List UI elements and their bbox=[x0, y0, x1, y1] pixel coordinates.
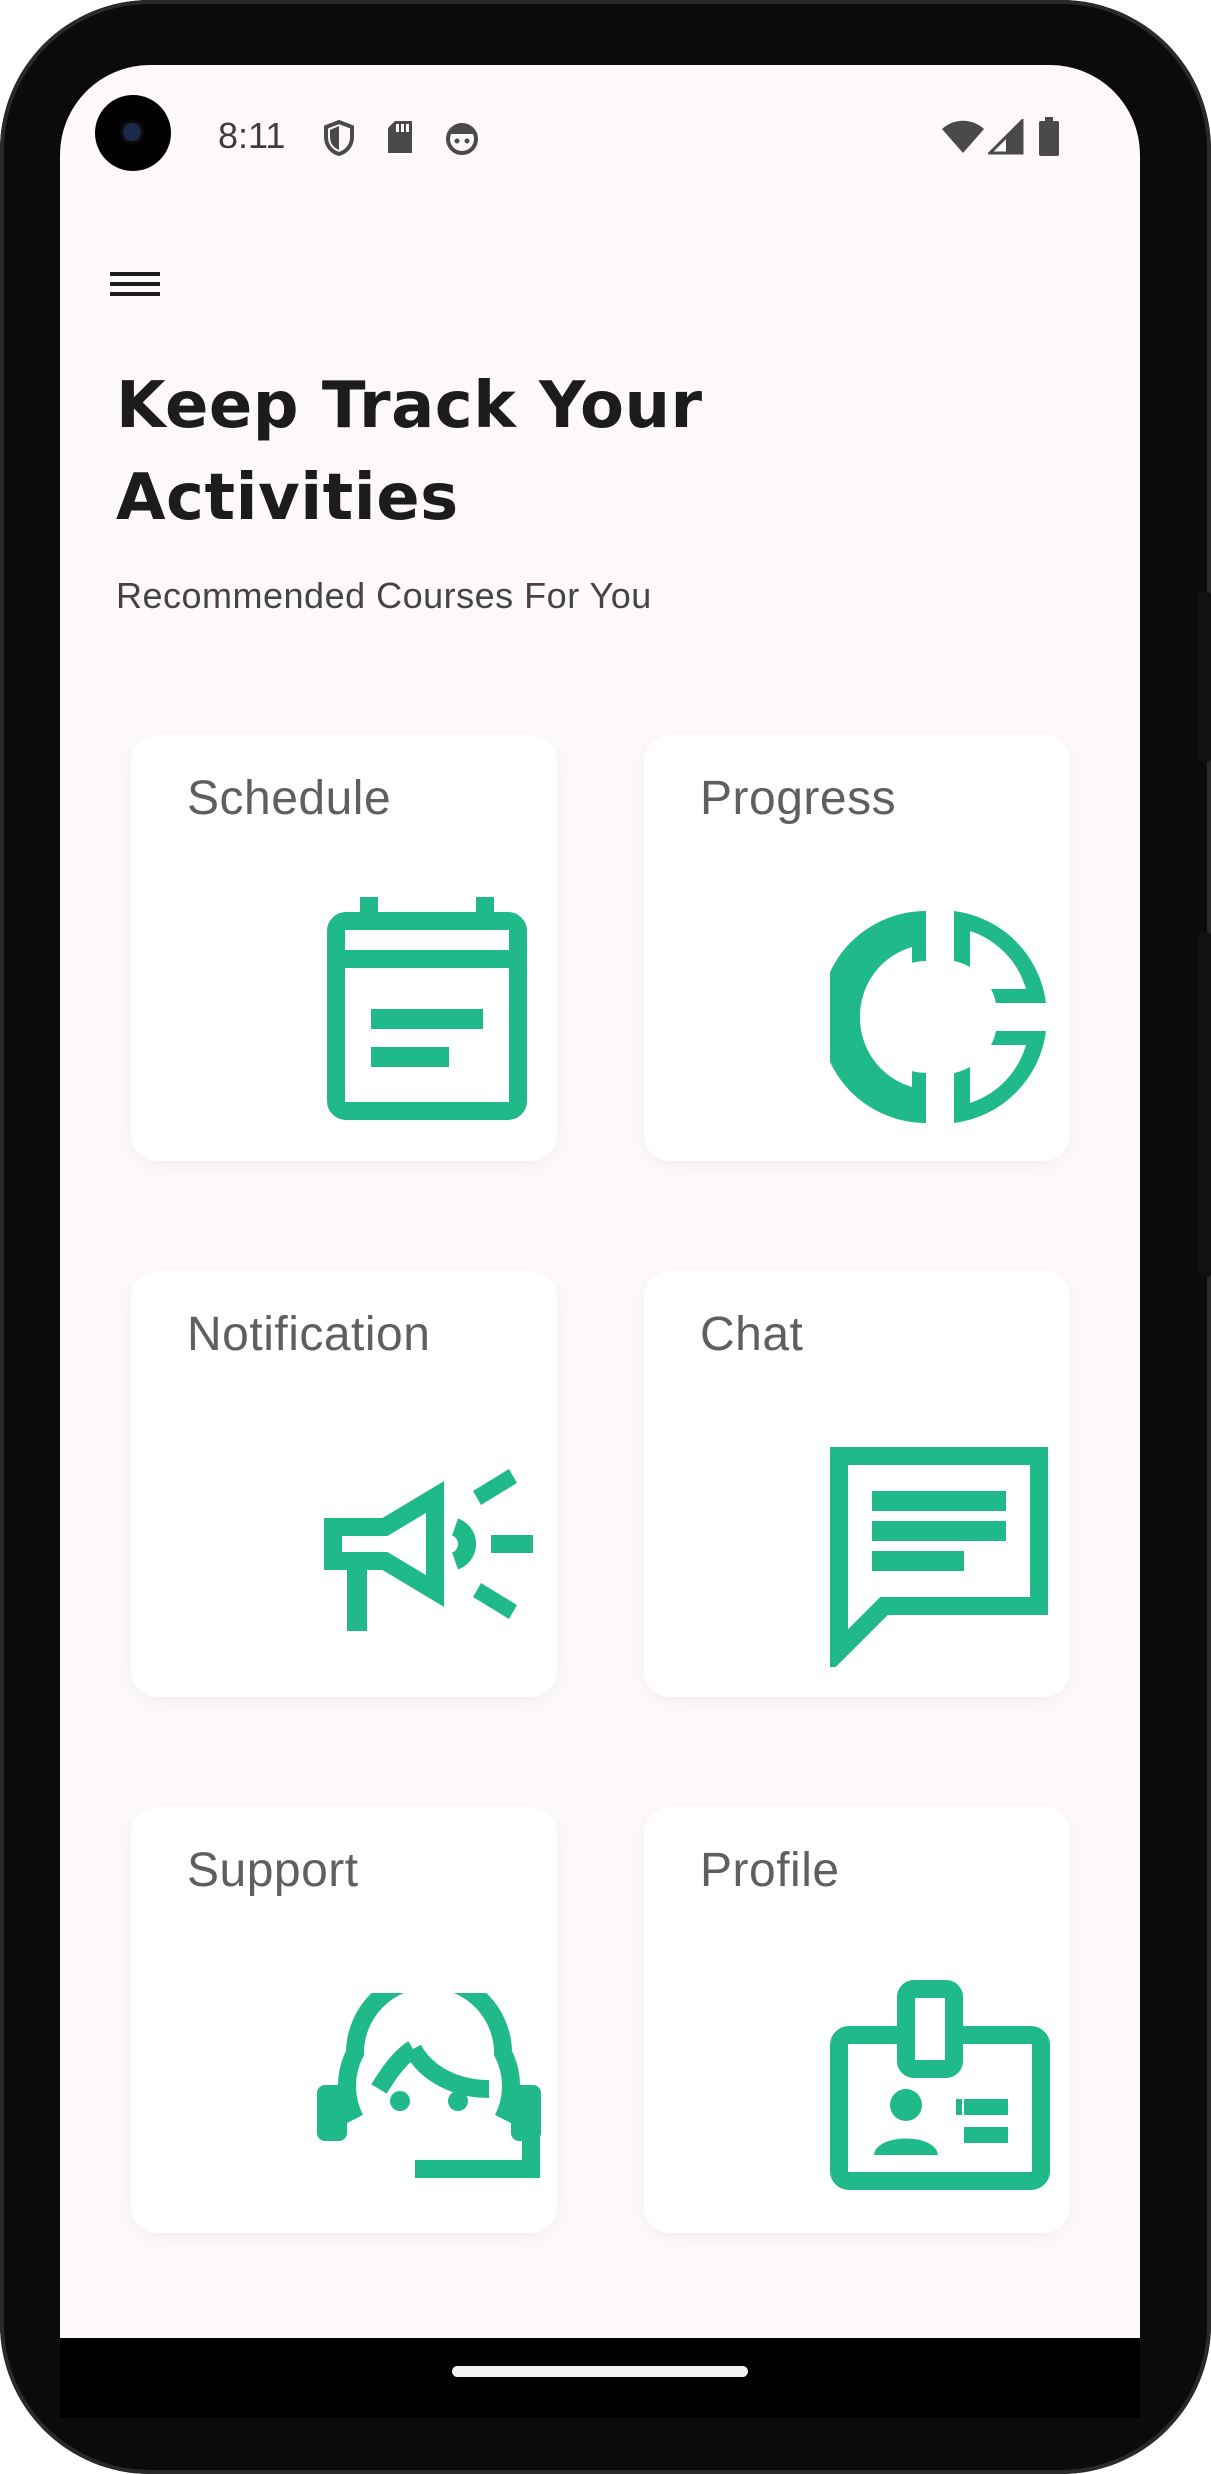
status-time: 8:11 bbox=[218, 115, 286, 156]
shield-icon bbox=[324, 119, 354, 157]
card-label: Schedule bbox=[187, 772, 392, 825]
hamburger-menu-icon[interactable] bbox=[104, 255, 160, 311]
page-title-line2: Activities bbox=[116, 461, 459, 535]
front-camera bbox=[95, 95, 171, 171]
signal-icon bbox=[988, 119, 1024, 155]
schedule-card[interactable]: Schedule bbox=[131, 735, 557, 1161]
page-subtitle: Recommended Courses For You bbox=[116, 575, 652, 616]
chat-message-icon bbox=[830, 1447, 1048, 1667]
pie-chart-icon bbox=[830, 911, 1046, 1123]
card-label: Support bbox=[187, 1844, 359, 1897]
chat-card[interactable]: Chat bbox=[644, 1271, 1070, 1697]
nav-bar bbox=[60, 2338, 1140, 2418]
android-face-icon bbox=[446, 123, 478, 155]
sd-card-icon bbox=[388, 121, 412, 153]
card-label: Notification bbox=[187, 1308, 431, 1361]
calendar-icon bbox=[327, 897, 527, 1120]
notification-card[interactable]: Notification bbox=[131, 1271, 557, 1697]
support-card[interactable]: Support bbox=[131, 1807, 557, 2233]
profile-card[interactable]: Profile bbox=[644, 1807, 1070, 2233]
support-headset-icon bbox=[317, 1993, 541, 2178]
wifi-icon bbox=[942, 120, 984, 153]
card-label: Profile bbox=[700, 1844, 840, 1897]
megaphone-icon bbox=[324, 1469, 533, 1631]
home-gesture-bar[interactable] bbox=[452, 2366, 748, 2377]
page-title: Keep Track Your Activities bbox=[116, 360, 816, 544]
battery-icon bbox=[1039, 117, 1059, 156]
progress-card[interactable]: Progress bbox=[644, 735, 1070, 1161]
app-screen: 8:11 Keep Track Your Activities Recommen… bbox=[60, 65, 1140, 2340]
card-label: Progress bbox=[700, 772, 897, 825]
id-badge-icon bbox=[830, 1980, 1050, 2190]
power-button bbox=[1198, 592, 1211, 762]
volume-rocker bbox=[1198, 932, 1211, 1277]
phone-device: 8:11 Keep Track Your Activities Recommen… bbox=[0, 0, 1211, 2474]
page-title-line1: Keep Track Your bbox=[116, 369, 703, 443]
card-label: Chat bbox=[700, 1308, 804, 1361]
